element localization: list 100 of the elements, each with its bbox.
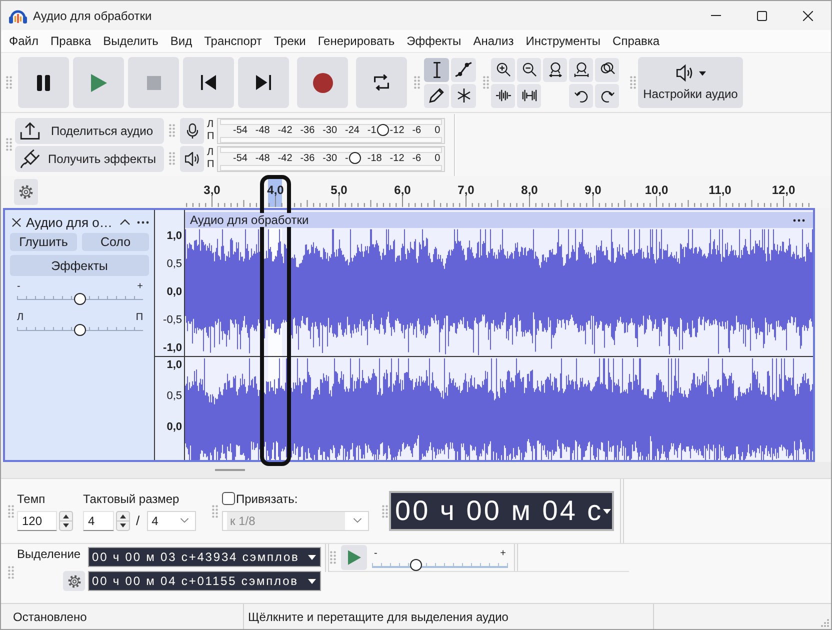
snap-label: Привязать: [236,492,298,506]
slider-max-label: + [500,548,506,558]
undo-button[interactable] [569,84,593,108]
spin-arrows-icon[interactable] [59,510,73,530]
clip-title-bar[interactable]: Аудио для обработки [185,212,813,228]
slider-thumb[interactable] [74,324,86,336]
track-name[interactable]: Аудио для о… [26,214,118,230]
level-meter[interactable]: -54 -48 -42 -36 -30 - -18 -12 -6 0 [217,146,445,172]
minimize-icon [711,15,721,16]
note-value-dropdown[interactable]: 4 [146,510,196,530]
play-icon [348,550,360,565]
audio-settings-button[interactable]: Настройки аудио [638,57,743,108]
menu-item[interactable]: Транспорт [198,32,268,50]
time-label: 4,0 [267,183,284,197]
select-tool-button[interactable] [424,58,449,82]
zoom-out-button[interactable] [517,58,541,82]
gear-icon [19,185,33,199]
envelope-tool-button[interactable] [451,58,476,82]
fit-project-button[interactable] [569,58,593,82]
silence-button[interactable] [517,84,541,108]
effects-button[interactable]: Эффекты [10,255,149,276]
grip-icon[interactable] [8,566,14,579]
grip-icon[interactable] [414,76,420,89]
play-at-speed-button[interactable] [341,545,367,570]
menu-item[interactable]: Эффекты [400,32,468,50]
grip-icon[interactable] [483,76,489,89]
level-meter[interactable]: -54 -48 -42 -36 -30 -24 -1 -12 -6 0 [217,118,445,144]
menu-item[interactable]: Правка [44,32,98,50]
tempo-input[interactable]: 120 [17,510,57,530]
grip-icon[interactable] [330,551,336,564]
meter-scale-label: -36 [300,154,315,164]
magnifier-bracket-icon [574,62,588,77]
zoom-toggle-button[interactable] [595,58,619,82]
meter-scale-label: -54 [233,154,248,164]
grip-icon[interactable] [6,76,12,89]
menu-item[interactable]: Треки [268,32,312,50]
plug-icon [20,148,40,168]
skip-to-start-icon [201,75,216,90]
slider-thumb[interactable] [376,124,389,136]
selection-start-field[interactable]: 00 ч 00 м 03 с+43934 сэмплов [88,547,321,567]
menu-item[interactable]: Инструменты [520,32,607,50]
fit-selection-button[interactable] [543,58,567,82]
share-audio-button[interactable]: Поделиться аудио [15,118,164,144]
grip-icon[interactable] [382,504,388,518]
amplitude-label: 1,0 [166,230,182,242]
pause-button[interactable] [18,57,69,108]
menu-item[interactable]: Анализ [467,32,520,50]
meter-scale-label: -6 [412,154,422,164]
timeline-settings-button[interactable] [14,179,38,205]
menu-item[interactable]: Выделить [97,32,164,50]
skip-to-end-button[interactable] [238,57,289,108]
menu-item[interactable]: Файл [3,32,45,50]
time-label: 3,0 [204,183,220,197]
selection-settings-button[interactable] [63,571,85,591]
menu-item[interactable]: Вид [164,32,198,50]
track-menu-button[interactable] [137,220,149,224]
record-button[interactable] [297,57,348,108]
ellipsis-icon[interactable] [793,218,805,222]
grip-icon[interactable] [169,152,175,165]
menu-item[interactable]: Справка [606,32,666,50]
magnifier-arrows-icon [548,62,562,77]
close-icon [803,10,813,20]
draw-tool-button[interactable] [424,84,449,108]
skip-to-start-button[interactable] [183,57,234,108]
time-label: 11,0 [708,183,732,197]
slider-thumb[interactable] [74,293,86,305]
status-text: Остановлено [1,604,244,629]
amplitude-label: -0,5 [163,314,182,326]
slider-thumb[interactable] [348,152,361,164]
meter-scale-label: -36 [300,126,315,136]
amplitude-label: 0,5 [166,390,182,402]
selection-end-field[interactable]: 00 ч 00 м 04 с+01155 сэмплов [88,571,321,591]
grip-icon[interactable] [8,504,14,518]
grip-icon[interactable] [6,138,12,151]
meter-scale-label: -6 [412,126,422,136]
slider-thumb[interactable] [410,558,422,570]
resize-handle[interactable] [215,469,245,471]
loop-button[interactable] [356,57,407,108]
trim-audio-icon [496,88,510,103]
redo-button[interactable] [595,84,619,108]
recording-meter-button[interactable] [180,118,204,144]
zoom-in-button[interactable] [491,58,515,82]
playback-meter-button[interactable] [180,146,204,172]
menu-item[interactable]: Генерировать [312,32,401,50]
grip-icon[interactable] [630,76,636,89]
time-display[interactable]: 00 ч 00 м 04 с [389,491,614,531]
beats-input[interactable]: 4 [83,510,114,530]
mute-button[interactable]: Глушить [10,233,77,251]
grip-icon[interactable] [169,124,175,137]
grip-icon[interactable] [212,504,218,518]
ellipsis-icon [137,220,149,224]
close-track-button[interactable] [10,218,24,226]
spin-arrows-icon[interactable] [116,510,130,530]
solo-button[interactable]: Соло [82,233,149,251]
get-effects-button[interactable]: Получить эффекты [15,146,164,172]
multi-tool-button[interactable] [451,84,476,108]
selection-highlight [268,178,282,207]
resize-grip-icon[interactable] [821,619,829,627]
meter-scale-label: -18 [367,154,382,164]
trim-button[interactable] [491,84,515,108]
